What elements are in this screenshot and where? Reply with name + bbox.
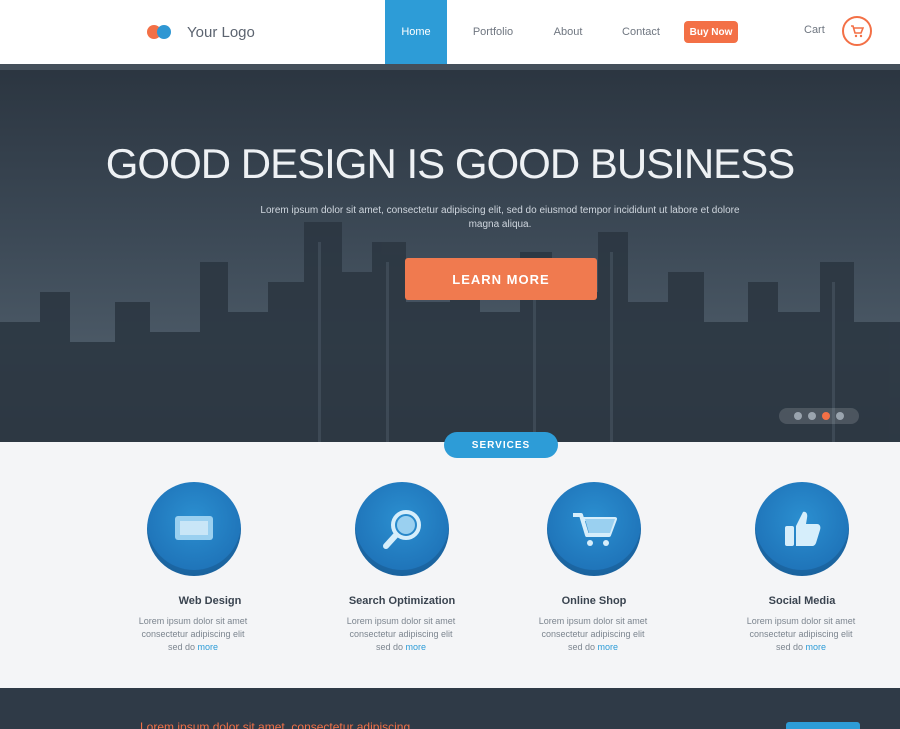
monitor-icon[interactable] [147, 482, 241, 576]
strip-button[interactable] [786, 722, 860, 729]
nav-about[interactable]: About [540, 0, 596, 64]
cart-icon [851, 25, 864, 38]
cart-button[interactable] [842, 16, 872, 46]
hero-subtitle: Lorem ipsum dolor sit amet, consectetur … [260, 205, 740, 230]
nav-portfolio[interactable]: Portfolio [458, 0, 528, 64]
site-header: Your Logo Home Portfolio About Contact B… [0, 0, 900, 64]
bottom-strip [0, 688, 900, 729]
service-description: Lorem ipsum dolor sit amet consectetur a… [138, 616, 248, 652]
strip-text: Lorem ipsum dolor sit amet, consectetur … [140, 720, 411, 729]
more-link[interactable]: more [806, 642, 827, 652]
slider-dot-active[interactable] [822, 412, 830, 420]
logo-mark-icon [143, 21, 179, 43]
slider-dot[interactable] [836, 412, 844, 420]
more-link[interactable]: more [406, 642, 427, 652]
city-skyline-image [0, 222, 900, 442]
buy-now-button[interactable]: Buy Now [684, 21, 738, 43]
nav-home[interactable]: Home [385, 0, 447, 64]
more-link[interactable]: more [198, 642, 219, 652]
cart-icon[interactable] [547, 482, 641, 576]
service-title: Online Shop [561, 595, 627, 607]
slider-dot[interactable] [808, 412, 816, 420]
hero-banner [0, 64, 900, 442]
magnifier-icon[interactable] [355, 482, 449, 576]
slider-pagination[interactable] [779, 408, 859, 424]
logo-text: Your Logo [187, 23, 255, 41]
more-link[interactable]: more [598, 642, 619, 652]
service-title: Web Design [178, 595, 242, 607]
nav-contact[interactable]: Contact [610, 0, 672, 64]
service-title: Search Optimization [348, 595, 456, 607]
hero-title: GOOD DESIGN IS GOOD BUSINESS [105, 140, 795, 187]
service-title: Social Media [768, 595, 836, 607]
services-tag: SERVICES [444, 432, 558, 458]
learn-more-button[interactable]: LEARN MORE [405, 258, 597, 300]
service-description: Lorem ipsum dolor sit amet consectetur a… [346, 616, 456, 652]
cart-label[interactable]: Cart [804, 24, 825, 36]
service-description: Lorem ipsum dolor sit amet consectetur a… [746, 616, 856, 652]
thumbs-up-icon[interactable] [755, 482, 849, 576]
logo[interactable]: Your Logo [143, 20, 255, 44]
slider-dot[interactable] [794, 412, 802, 420]
service-description: Lorem ipsum dolor sit amet consectetur a… [538, 616, 648, 652]
